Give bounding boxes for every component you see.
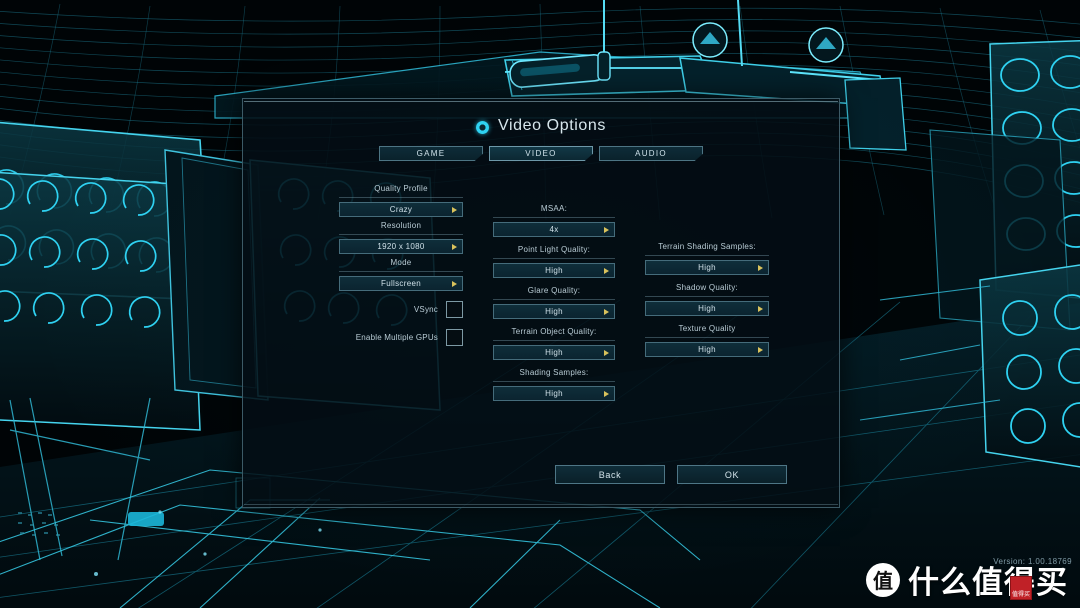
chevron-right-icon: [452, 206, 457, 213]
option-point-light-quality: Point Light Quality: High: [493, 244, 615, 278]
mode-dropdown[interactable]: Fullscreen: [339, 276, 463, 291]
option-glare-quality: Glare Quality: High: [493, 285, 615, 319]
glare-quality-value: High: [545, 307, 563, 316]
terrain-object-quality-label: Terrain Object Quality:: [493, 326, 615, 341]
mode-value: Fullscreen: [381, 279, 421, 288]
chevron-right-icon: [604, 308, 609, 315]
shading-samples-label: Shading Samples:: [493, 367, 615, 382]
vsync-checkbox[interactable]: [446, 300, 463, 318]
gear-icon: [475, 120, 489, 134]
option-vsync: VSync: [339, 299, 463, 319]
resolution-value: 1920 x 1080: [377, 242, 425, 251]
chevron-right-icon: [604, 349, 609, 356]
terrain-object-quality-value: High: [545, 348, 563, 357]
shadow-quality-value: High: [698, 304, 716, 313]
option-texture-quality: Texture Quality High: [645, 323, 769, 357]
chevron-right-icon: [452, 243, 457, 250]
watermark-text: 什么值得买: [908, 565, 1068, 601]
tab-video[interactable]: VIDEO: [489, 146, 593, 161]
option-shading-samples: Shading Samples: High: [493, 367, 615, 401]
dialog-button-row: Back OK: [243, 465, 839, 484]
option-terrain-shading-samples: Terrain Shading Samples: High: [645, 241, 769, 275]
watermark: 值 什么值得买 值得买: [866, 557, 1068, 602]
tab-game-label: GAME: [416, 149, 446, 158]
msaa-label: MSAA:: [493, 203, 615, 218]
mode-label: Mode: [339, 257, 463, 272]
option-msaa: MSAA: 4x: [493, 203, 615, 237]
resolution-dropdown[interactable]: 1920 x 1080: [339, 239, 463, 254]
column-right: Terrain Shading Samples: High Shadow Qua…: [645, 241, 769, 360]
game-screen: Video Options GAME VIDEO AUDIO Quality P…: [0, 0, 1080, 608]
option-quality-profile: Quality Profile Crazy: [339, 183, 463, 217]
tab-video-label: VIDEO: [525, 149, 557, 158]
point-light-quality-label: Point Light Quality:: [493, 244, 615, 259]
dialog-title: Video Options: [243, 117, 839, 138]
video-options-dialog: Video Options GAME VIDEO AUDIO Quality P…: [242, 98, 840, 508]
chevron-right-icon: [758, 305, 763, 312]
chevron-right-icon: [604, 267, 609, 274]
terrain-shading-samples-dropdown[interactable]: High: [645, 260, 769, 275]
column-middle: MSAA: 4x Point Light Quality: High Glare…: [493, 203, 615, 404]
watermark-badge: 值得买: [1010, 576, 1032, 600]
shading-samples-value: High: [545, 389, 563, 398]
quality-profile-dropdown[interactable]: Crazy: [339, 202, 463, 217]
option-terrain-object-quality: Terrain Object Quality: High: [493, 326, 615, 360]
dialog-title-text: Video Options: [497, 117, 607, 134]
tab-bar: GAME VIDEO AUDIO: [243, 146, 839, 161]
multi-gpu-checkbox[interactable]: [446, 328, 463, 346]
texture-quality-label: Texture Quality: [645, 323, 769, 338]
quality-profile-value: Crazy: [389, 205, 413, 214]
chevron-right-icon: [758, 264, 763, 271]
option-mode: Mode Fullscreen: [339, 257, 463, 291]
option-resolution: Resolution 1920 x 1080: [339, 220, 463, 254]
chevron-right-icon: [758, 346, 763, 353]
glare-quality-dropdown[interactable]: High: [493, 304, 615, 319]
chevron-right-icon: [604, 390, 609, 397]
vsync-label: VSync: [413, 304, 438, 314]
glare-quality-label: Glare Quality:: [493, 285, 615, 300]
ok-button-label: OK: [724, 469, 740, 480]
chevron-right-icon: [452, 280, 457, 287]
terrain-object-quality-dropdown[interactable]: High: [493, 345, 615, 360]
tab-audio-label: AUDIO: [635, 149, 667, 158]
tab-game[interactable]: GAME: [379, 146, 483, 161]
terrain-shading-samples-label: Terrain Shading Samples:: [645, 241, 769, 256]
ok-button[interactable]: OK: [677, 465, 787, 484]
option-multi-gpu: Enable Multiple GPUs: [339, 327, 463, 347]
chevron-right-icon: [604, 226, 609, 233]
back-button-label: Back: [598, 469, 622, 480]
msaa-dropdown[interactable]: 4x: [493, 222, 615, 237]
point-light-quality-dropdown[interactable]: High: [493, 263, 615, 278]
shading-samples-dropdown[interactable]: High: [493, 386, 615, 401]
texture-quality-dropdown[interactable]: High: [645, 342, 769, 357]
point-light-quality-value: High: [545, 266, 563, 275]
resolution-label: Resolution: [339, 220, 463, 235]
msaa-value: 4x: [549, 225, 559, 234]
quality-profile-label: Quality Profile: [339, 183, 463, 198]
option-shadow-quality: Shadow Quality: High: [645, 282, 769, 316]
tab-audio[interactable]: AUDIO: [599, 146, 703, 161]
multi-gpu-label: Enable Multiple GPUs: [355, 332, 438, 342]
shadow-quality-dropdown[interactable]: High: [645, 301, 769, 316]
column-left: Quality Profile Crazy Resolution 1920 x …: [339, 183, 463, 347]
terrain-shading-samples-value: High: [698, 263, 716, 272]
shadow-quality-label: Shadow Quality:: [645, 282, 769, 297]
texture-quality-value: High: [698, 345, 716, 354]
watermark-logo-icon: 值: [866, 562, 900, 597]
back-button[interactable]: Back: [555, 465, 665, 484]
